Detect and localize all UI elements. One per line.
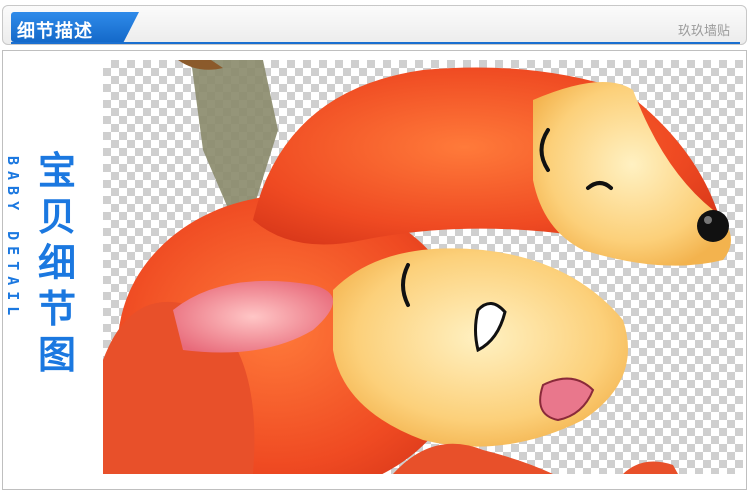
product-detail-image xyxy=(103,60,743,474)
side-char: 节 xyxy=(37,287,76,331)
section-header: 细节描述 玖玖墙贴 xyxy=(2,5,747,45)
side-char: 贝 xyxy=(37,195,76,239)
fox-nose xyxy=(697,210,729,242)
header-underline xyxy=(11,42,740,44)
side-char: 宝 xyxy=(37,149,76,193)
side-chinese-label: 宝 贝 细 节 图 xyxy=(34,148,80,378)
section-title: 细节描述 xyxy=(17,21,93,42)
side-char: 细 xyxy=(37,241,76,285)
fox-snout xyxy=(533,82,731,266)
side-label: BABY DETAIL 宝 贝 细 节 图 xyxy=(4,58,94,388)
fox-illustration xyxy=(103,60,731,474)
brand-label: 玖玖墙贴 xyxy=(677,24,730,39)
side-english-label: BABY DETAIL xyxy=(4,156,22,322)
side-char: 图 xyxy=(37,333,76,377)
